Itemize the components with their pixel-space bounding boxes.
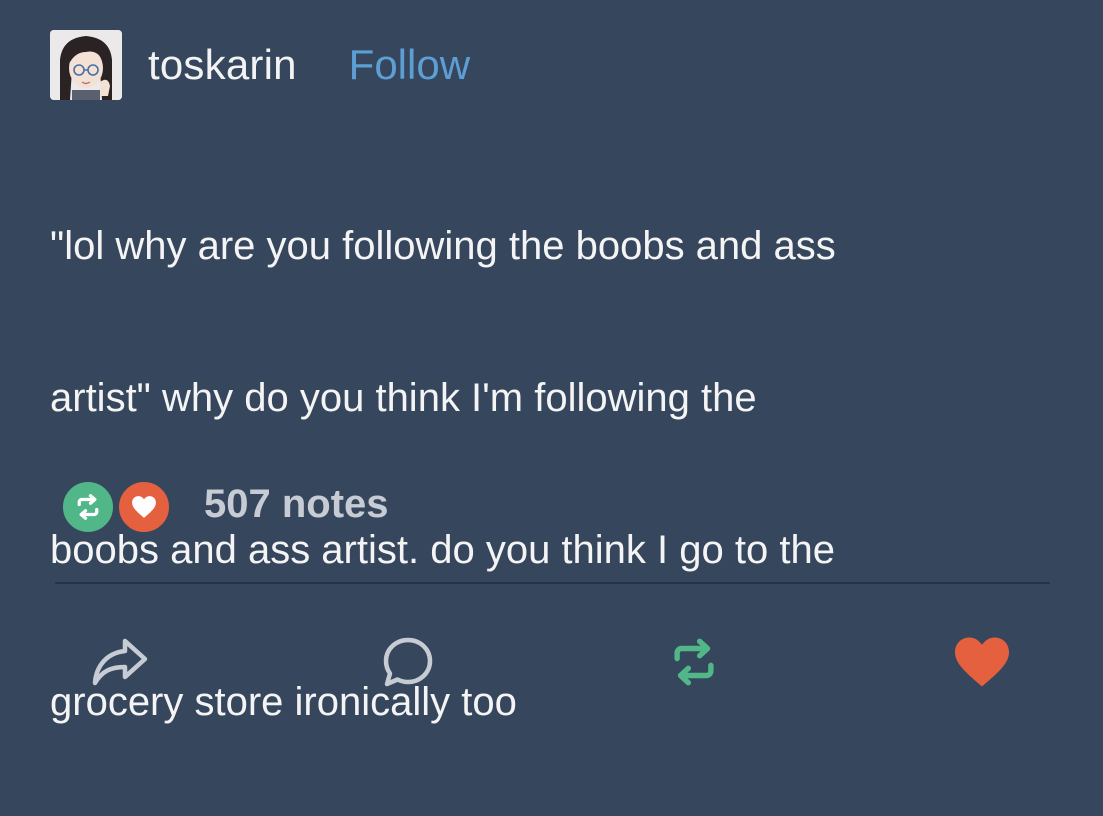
share-button[interactable] — [88, 630, 152, 694]
share-icon — [92, 638, 148, 686]
note-badges — [60, 476, 172, 535]
tumblr-post: toskarin Follow "lol why are you followi… — [0, 0, 1103, 724]
reply-icon — [383, 637, 433, 687]
avatar-image — [50, 30, 122, 100]
reblog-button[interactable] — [662, 630, 726, 694]
heart-icon — [132, 496, 156, 518]
follow-button[interactable]: Follow — [349, 41, 470, 89]
footer-divider — [55, 582, 1050, 584]
post-body: "lol why are you following the boobs and… — [50, 132, 1070, 816]
post-header: toskarin Follow — [50, 30, 470, 100]
user-avatar[interactable] — [50, 30, 122, 100]
post-actions — [0, 620, 1103, 700]
post-body-line: artist" why do you think I'm following t… — [50, 376, 757, 420]
post-body-line: "lol why are you following the boobs and… — [50, 224, 836, 268]
username-link[interactable]: toskarin — [148, 41, 297, 89]
like-button[interactable] — [950, 630, 1014, 694]
reblog-note-badge — [60, 479, 116, 535]
notes-count[interactable]: 507 notes — [204, 482, 389, 527]
reblog-icon — [674, 638, 714, 686]
reply-button[interactable] — [376, 630, 440, 694]
like-note-badge — [116, 479, 172, 535]
notes-summary[interactable]: 507 notes — [60, 476, 389, 535]
heart-icon — [955, 637, 1009, 687]
reblog-icon — [77, 494, 99, 520]
